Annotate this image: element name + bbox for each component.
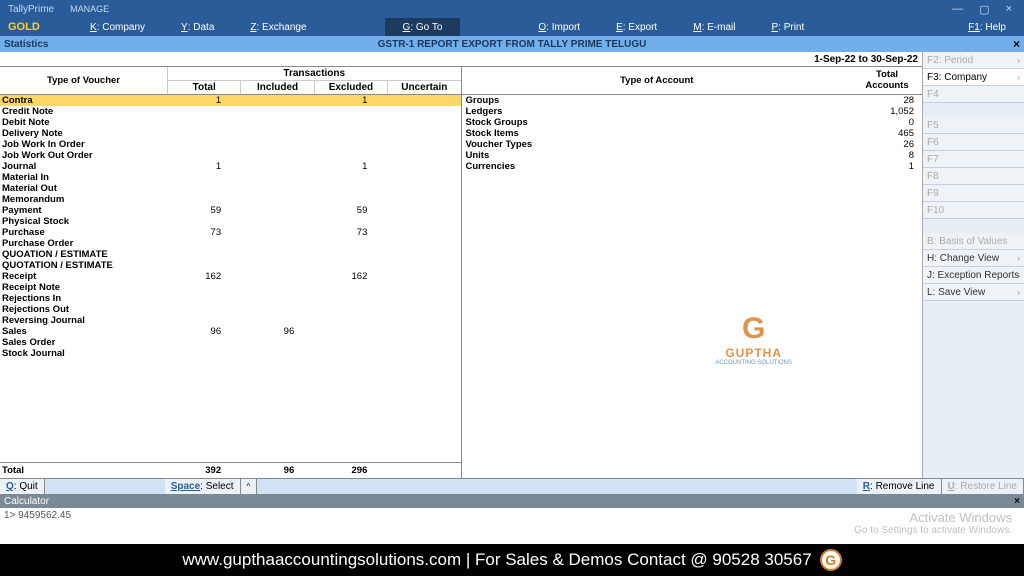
manage-label[interactable]: MANAGE (62, 4, 117, 14)
voucher-row[interactable]: Reversing Journal (0, 315, 461, 326)
caret-up-icon[interactable]: ^ (241, 479, 258, 494)
voucher-row[interactable]: Stock Journal (0, 348, 461, 359)
rp-exception-reports[interactable]: J: Exception Reports› (923, 267, 1024, 284)
report-title-bar: Statistics GSTR-1 REPORT EXPORT FROM TAL… (0, 36, 1024, 52)
voucher-row[interactable]: Rejections Out (0, 304, 461, 315)
calculator-area[interactable]: 1> 9459562.45 Activate Windows Go to Set… (0, 508, 1024, 544)
totals-row: Total 392 96 296 (0, 462, 461, 478)
title-bar: TallyPrime MANAGE — ▢ × (0, 0, 1024, 18)
rp-save-view[interactable]: L: Save View› (923, 284, 1024, 301)
voucher-row[interactable]: Sales Order (0, 337, 461, 348)
voucher-row[interactable]: Payment5959 (0, 205, 461, 216)
menu-data[interactable]: Y: Data (163, 18, 232, 36)
th-uncertain: Uncertain (388, 81, 460, 94)
voucher-row[interactable]: Material In (0, 172, 461, 183)
voucher-row[interactable]: Contra11 (0, 95, 461, 106)
rp-f6[interactable]: F6 (923, 134, 1024, 151)
voucher-row[interactable]: Purchase7373 (0, 227, 461, 238)
main-menu-bar: GOLD K: Company Y: Data Z: Exchange G: G… (0, 18, 1024, 36)
rp-change-view[interactable]: H: Change View› (923, 250, 1024, 267)
edition-label: GOLD (0, 21, 72, 33)
report-title: GSTR-1 REPORT EXPORT FROM TALLY PRIME TE… (378, 39, 647, 50)
voucher-row[interactable]: Receipt162162 (0, 271, 461, 282)
account-table: Type of Account TotalAccounts Groups28Le… (462, 67, 923, 478)
app-name: TallyPrime (0, 4, 62, 15)
th-account-type: Type of Account (462, 75, 853, 86)
calculator-close-icon[interactable]: × (1014, 496, 1020, 507)
rp-f7[interactable]: F7 (923, 151, 1024, 168)
account-row[interactable]: Stock Items465 (462, 128, 923, 139)
account-row[interactable]: Voucher Types26 (462, 139, 923, 150)
voucher-row[interactable]: QUOATION / ESTIMATE (0, 249, 461, 260)
voucher-row[interactable]: Memorandum (0, 194, 461, 205)
voucher-row[interactable]: Sales9696 (0, 326, 461, 337)
voucher-row[interactable]: Journal11 (0, 161, 461, 172)
action-bar: Q: Quit Space: Select ^ R: Remove Line U… (0, 478, 1024, 494)
voucher-row[interactable]: Job Work In Order (0, 139, 461, 150)
function-key-panel: F2: Period› F3: Company› F4 F5 F6 F7 F8 … (922, 52, 1024, 478)
voucher-row[interactable]: Receipt Note (0, 282, 461, 293)
action-remove-line[interactable]: R: Remove Line (857, 479, 942, 494)
period-label: 1-Sep-22 to 30-Sep-22 (0, 52, 922, 66)
menu-print[interactable]: P: Print (753, 18, 822, 36)
rp-f2-period[interactable]: F2: Period› (923, 52, 1024, 69)
report-close-icon[interactable]: × (1013, 37, 1024, 51)
th-total-accounts: TotalAccounts (852, 70, 922, 91)
menu-exchange[interactable]: Z: Exchange (232, 18, 324, 36)
voucher-row[interactable]: Physical Stock (0, 216, 461, 227)
account-row[interactable]: Currencies1 (462, 161, 923, 172)
voucher-row[interactable]: Credit Note (0, 106, 461, 117)
banner-text: www.gupthaaccountingsolutions.com | For … (182, 550, 811, 570)
rp-f10[interactable]: F10 (923, 202, 1024, 219)
menu-goto[interactable]: G: Go To (385, 18, 461, 36)
calculator-bar: Calculator × (0, 494, 1024, 508)
window-controls: — ▢ × (952, 3, 1024, 16)
banner-logo-icon: G (820, 549, 842, 571)
menu-company[interactable]: K: Company (72, 18, 163, 36)
th-excluded: Excluded (315, 81, 388, 94)
voucher-row[interactable]: Rejections In (0, 293, 461, 304)
menu-email[interactable]: M: E-mail (675, 18, 753, 36)
stats-label: Statistics (0, 39, 52, 50)
minimize-icon[interactable]: — (952, 3, 963, 16)
close-icon[interactable]: × (1006, 3, 1012, 16)
voucher-row[interactable]: Job Work Out Order (0, 150, 461, 161)
voucher-row[interactable]: Purchase Order (0, 238, 461, 249)
account-row[interactable]: Groups28 (462, 95, 923, 106)
bottom-banner: www.gupthaaccountingsolutions.com | For … (0, 544, 1024, 576)
rp-basis-values[interactable]: B: Basis of Values (923, 233, 1024, 250)
action-select[interactable]: Space: Select (165, 479, 241, 494)
rp-f9[interactable]: F9 (923, 185, 1024, 202)
voucher-row[interactable]: Debit Note (0, 117, 461, 128)
rp-f5[interactable]: F5 (923, 117, 1024, 134)
rp-f3-company[interactable]: F3: Company› (923, 69, 1024, 86)
rp-f4[interactable]: F4 (923, 86, 1024, 103)
calculator-label: Calculator (4, 496, 49, 507)
action-quit[interactable]: Q: Quit (0, 479, 45, 494)
account-row[interactable]: Stock Groups0 (462, 117, 923, 128)
th-voucher-type: Type of Voucher (0, 67, 168, 94)
rp-f8[interactable]: F8 (923, 168, 1024, 185)
th-transactions: Transactions (168, 67, 461, 81)
menu-import[interactable]: O: Import (520, 18, 598, 36)
menu-export[interactable]: E: Export (598, 18, 675, 36)
th-total: Total (168, 81, 241, 94)
th-included: Included (241, 81, 314, 94)
action-restore-line[interactable]: U: Restore Line (942, 479, 1024, 494)
voucher-row[interactable]: Delivery Note (0, 128, 461, 139)
maximize-icon[interactable]: ▢ (979, 3, 989, 16)
voucher-row[interactable]: Material Out (0, 183, 461, 194)
activate-windows-watermark: Activate Windows Go to Settings to activ… (854, 510, 1012, 536)
account-row[interactable]: Units8 (462, 150, 923, 161)
voucher-row[interactable]: QUOTATION / ESTIMATE (0, 260, 461, 271)
menu-help[interactable]: F1: Help (950, 18, 1024, 36)
account-row[interactable]: Ledgers1,052 (462, 106, 923, 117)
voucher-table: Type of Voucher Transactions Total Inclu… (0, 67, 462, 478)
